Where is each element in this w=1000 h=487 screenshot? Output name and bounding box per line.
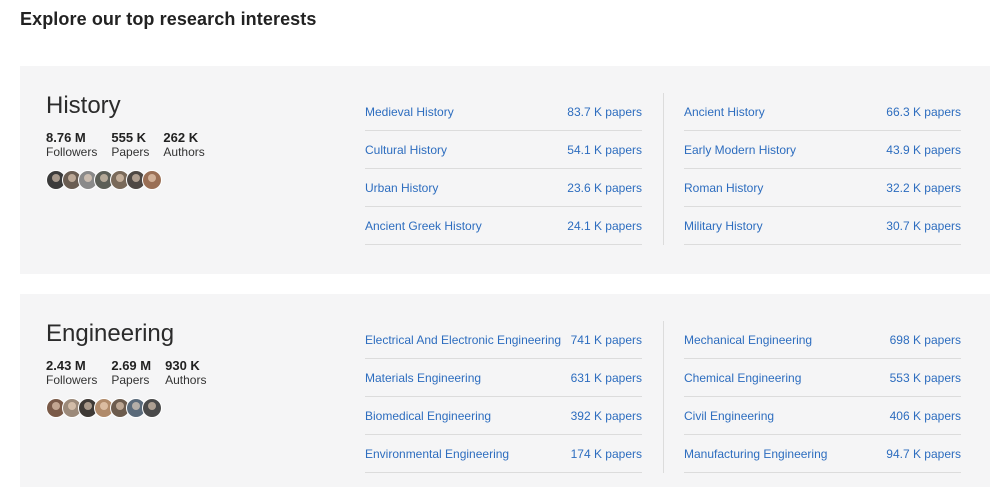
subtopic-name[interactable]: Early Modern History bbox=[684, 143, 796, 157]
subtopic-name[interactable]: Mechanical Engineering bbox=[684, 333, 812, 347]
topic-summary: History 8.76 M Followers 555 K Papers 26… bbox=[46, 92, 219, 190]
subtopic-row[interactable]: Medieval History 83.7 K papers bbox=[365, 93, 642, 131]
subtopic-column-left: Medieval History 83.7 K papers Cultural Hi… bbox=[365, 93, 642, 245]
subtopic-paper-count: 174 K papers bbox=[570, 446, 642, 461]
subtopic-row[interactable]: Mechanical Engineering 698 K papers bbox=[684, 321, 961, 359]
subtopic-row[interactable]: Biomedical Engineering 392 K papers bbox=[365, 397, 642, 435]
subtopic-row[interactable]: Civil Engineering 406 K papers bbox=[684, 397, 961, 435]
papers-stat: 2.69 M Papers bbox=[111, 358, 151, 388]
author-avatars bbox=[46, 398, 220, 418]
stat-label: Papers bbox=[111, 145, 150, 159]
followers-stat: 2.43 M Followers bbox=[46, 358, 97, 388]
topic-title[interactable]: History bbox=[46, 92, 219, 120]
papers-stat: 555 K Papers bbox=[111, 130, 149, 160]
stat-value: 555 K bbox=[111, 130, 147, 145]
subtopic-row[interactable]: Roman History 32.2 K papers bbox=[684, 169, 961, 207]
subtopic-name[interactable]: Ancient Greek History bbox=[365, 219, 482, 233]
subtopic-paper-count: 54.1 K papers bbox=[567, 142, 642, 157]
subtopic-name[interactable]: Ancient History bbox=[684, 105, 765, 119]
stat-value: 930 K bbox=[165, 358, 200, 373]
subtopic-name[interactable]: Materials Engineering bbox=[365, 371, 481, 385]
stat-label: Followers bbox=[46, 373, 98, 387]
subtopic-paper-count: 30.7 K papers bbox=[886, 218, 961, 233]
subtopic-name[interactable]: Military History bbox=[684, 219, 763, 233]
subtopic-row[interactable]: Cultural History 54.1 K papers bbox=[365, 131, 642, 169]
subtopic-paper-count: 631 K papers bbox=[570, 370, 642, 385]
subtopic-row[interactable]: Manufacturing Engineering 94.7 K papers bbox=[684, 435, 961, 473]
subtopic-row[interactable]: Early Modern History 43.9 K papers bbox=[684, 131, 961, 169]
subtopic-paper-count: 698 K papers bbox=[889, 332, 961, 347]
subtopic-row[interactable]: Chemical Engineering 553 K papers bbox=[684, 359, 961, 397]
subtopic-column-right: Mechanical Engineering 698 K papers Chemic… bbox=[684, 321, 961, 473]
subtopic-name[interactable]: Chemical Engineering bbox=[684, 371, 801, 385]
subtopic-paper-count: 392 K papers bbox=[570, 408, 642, 423]
subtopic-name[interactable]: Environmental Engineering bbox=[365, 447, 509, 461]
subtopic-paper-count: 94.7 K papers bbox=[886, 446, 961, 461]
subtopic-name[interactable]: Roman History bbox=[684, 181, 763, 195]
subtopic-row[interactable]: Ancient Greek History 24.1 K papers bbox=[365, 207, 642, 245]
subtopic-name[interactable]: Manufacturing Engineering bbox=[684, 447, 827, 461]
subtopic-column-right: Ancient History 66.3 K papers Early Modern… bbox=[684, 93, 961, 245]
followers-stat: 8.76 M Followers bbox=[46, 130, 97, 160]
subtopic-row[interactable]: Environmental Engineering 174 K papers bbox=[365, 435, 642, 473]
stat-value: 2.69 M bbox=[111, 358, 152, 373]
subtopic-row[interactable]: Urban History 23.6 K papers bbox=[365, 169, 642, 207]
subtopic-paper-count: 23.6 K papers bbox=[567, 180, 642, 195]
topic-summary: Engineering 2.43 M Followers 2.69 M Pape… bbox=[46, 320, 220, 418]
stat-value: 262 K bbox=[163, 130, 199, 145]
authors-stat: 262 K Authors bbox=[163, 130, 204, 160]
subtopic-paper-count: 43.9 K papers bbox=[886, 142, 961, 157]
stat-label: Papers bbox=[111, 373, 150, 387]
subtopic-name[interactable]: Cultural History bbox=[365, 143, 447, 157]
topic-stats: 8.76 M Followers 555 K Papers 262 K Auth… bbox=[46, 130, 219, 160]
author-avatars bbox=[46, 170, 219, 190]
topic-stats: 2.43 M Followers 2.69 M Papers 930 K Aut… bbox=[46, 358, 220, 388]
subtopic-paper-count: 553 K papers bbox=[889, 370, 961, 385]
subtopic-paper-count: 406 K papers bbox=[889, 408, 961, 423]
topic-title[interactable]: Engineering bbox=[46, 320, 220, 348]
subtopic-paper-count: 24.1 K papers bbox=[567, 218, 642, 233]
column-divider bbox=[663, 93, 664, 245]
stat-label: Followers bbox=[46, 145, 98, 159]
stat-value: 8.76 M bbox=[46, 130, 86, 145]
stat-label: Authors bbox=[165, 373, 207, 387]
subtopic-name[interactable]: Urban History bbox=[365, 181, 438, 195]
topic-card-history: History 8.76 M Followers 555 K Papers 26… bbox=[20, 66, 990, 274]
subtopic-row[interactable]: Electrical And Electronic Engineering 741… bbox=[365, 321, 642, 359]
subtopic-paper-count: 66.3 K papers bbox=[886, 104, 961, 119]
subtopic-paper-count: 741 K papers bbox=[570, 332, 642, 347]
subtopic-column-left: Electrical And Electronic Engineering 741… bbox=[365, 321, 642, 473]
avatar[interactable] bbox=[142, 398, 162, 418]
subtopic-name[interactable]: Electrical And Electronic Engineering bbox=[365, 333, 561, 347]
subtopic-paper-count: 83.7 K papers bbox=[567, 104, 642, 119]
section-heading: Explore our top research interests bbox=[20, 9, 317, 29]
subtopic-name[interactable]: Civil Engineering bbox=[684, 409, 774, 423]
subtopic-row[interactable]: Ancient History 66.3 K papers bbox=[684, 93, 961, 131]
avatar[interactable] bbox=[142, 170, 162, 190]
stat-value: 2.43 M bbox=[46, 358, 86, 373]
subtopic-name[interactable]: Medieval History bbox=[365, 105, 454, 119]
topic-card-engineering: Engineering 2.43 M Followers 2.69 M Pape… bbox=[20, 294, 990, 487]
subtopic-paper-count: 32.2 K papers bbox=[886, 180, 961, 195]
subtopic-name[interactable]: Biomedical Engineering bbox=[365, 409, 491, 423]
subtopic-row[interactable]: Materials Engineering 631 K papers bbox=[365, 359, 642, 397]
subtopic-row[interactable]: Military History 30.7 K papers bbox=[684, 207, 961, 245]
stat-label: Authors bbox=[163, 145, 205, 159]
authors-stat: 930 K Authors bbox=[165, 358, 206, 388]
column-divider bbox=[663, 321, 664, 473]
